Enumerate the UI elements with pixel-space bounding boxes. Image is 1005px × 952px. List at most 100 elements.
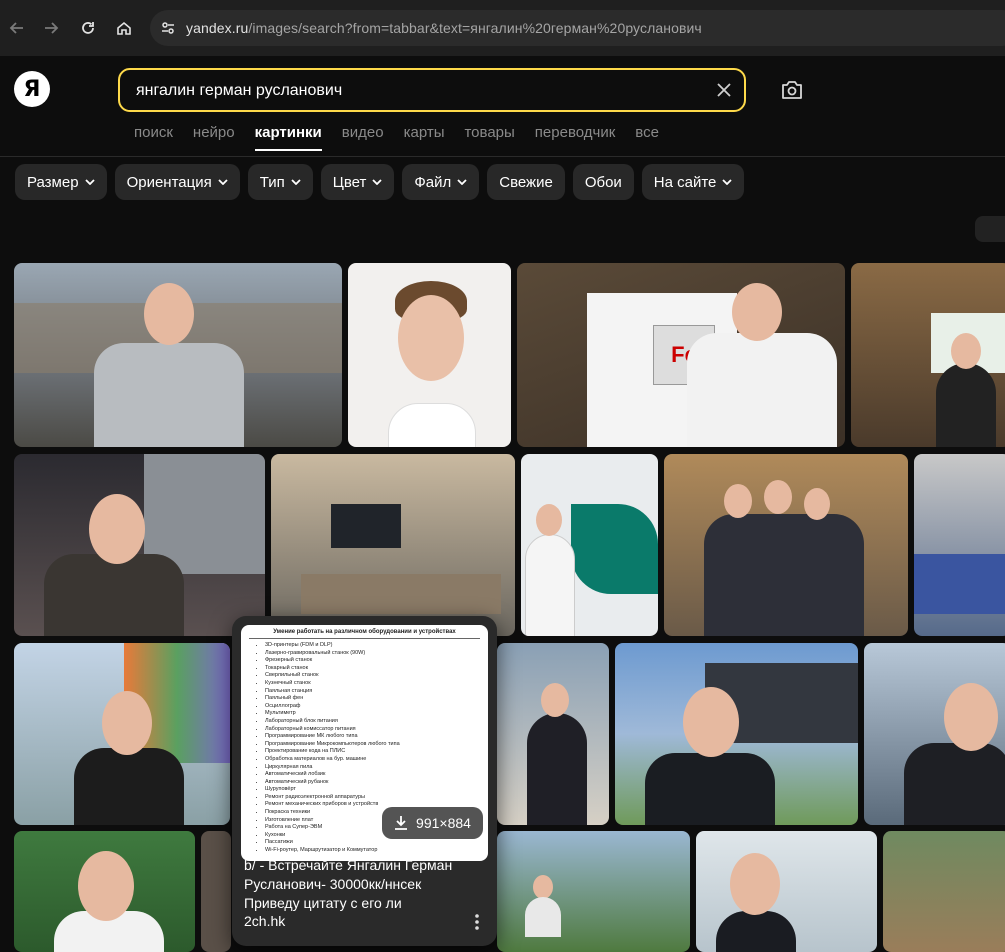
doc-list-item: Автоматический рубанок (265, 779, 400, 787)
filter-label: На сайте (653, 173, 717, 191)
doc-list-item: Пассатижи (265, 839, 400, 847)
tab-all[interactable]: все (635, 124, 659, 151)
doc-list-item: Изготовление плат (265, 817, 400, 825)
person-shape (687, 333, 837, 447)
back-arrow-icon[interactable] (3, 14, 31, 42)
image-result[interactable] (497, 831, 690, 952)
chevron-down-icon (457, 179, 467, 185)
site-info-icon[interactable] (158, 18, 178, 38)
face-shape (102, 691, 152, 755)
person-shape (645, 753, 775, 825)
filter-type[interactable]: Тип (247, 164, 313, 200)
doc-list: 3D-принтеры (FDM и DLP) Лазерно-гравиров… (251, 642, 400, 855)
yandex-logo[interactable]: Я (14, 71, 50, 107)
filter-size[interactable]: Размер (15, 164, 107, 200)
doc-list-item: Кухонки (265, 832, 400, 840)
tab-images[interactable]: картинки (254, 124, 322, 151)
filter-label: Размер (27, 173, 79, 191)
filter-fresh[interactable]: Свежие (487, 164, 565, 200)
filter-label: Обои (584, 173, 622, 191)
image-result[interactable] (521, 454, 658, 636)
person-shape (94, 343, 244, 447)
face-shape (89, 494, 145, 564)
image-result[interactable] (914, 454, 1005, 636)
image-result[interactable] (883, 831, 1005, 952)
face-shape (951, 333, 981, 369)
person-shape (936, 363, 996, 447)
doc-list-item: Фрезерный станок (265, 657, 400, 665)
doc-list-item: Автоматический лобзик (265, 771, 400, 779)
forward-arrow-icon[interactable] (37, 14, 65, 42)
tab-maps[interactable]: карты (404, 124, 445, 151)
image-result[interactable] (271, 454, 515, 636)
image-result[interactable] (14, 454, 265, 636)
person-shape (527, 713, 587, 825)
people-shape (704, 514, 864, 636)
person-shape (44, 554, 184, 636)
face-shape (398, 295, 464, 381)
filter-orientation[interactable]: Ориентация (114, 164, 240, 200)
face-shape (804, 488, 830, 520)
doc-list-item: Циркулярная пила (265, 764, 400, 772)
url-host: yandex.ru (186, 20, 249, 36)
image-result[interactable] (615, 643, 858, 825)
filter-label: Свежие (499, 173, 553, 191)
image-result[interactable] (348, 263, 511, 447)
image-result[interactable] (14, 831, 195, 952)
filter-color[interactable]: Цвет (320, 164, 395, 200)
doc-list-item: Сверлильный станок (265, 672, 400, 680)
filter-label: Ориентация (126, 173, 212, 191)
image-result[interactable] (664, 454, 908, 636)
image-result[interactable] (14, 643, 230, 825)
tab-products[interactable]: товары (464, 124, 514, 151)
tab-translator[interactable]: переводчик (535, 124, 615, 151)
chevron-down-icon (218, 179, 228, 185)
download-size-button[interactable]: 991×884 (382, 807, 483, 839)
tab-search[interactable]: поиск (134, 124, 173, 151)
face-shape (541, 683, 569, 717)
image-result[interactable]: Fe (517, 263, 845, 447)
preview-caption[interactable]: b/ - Встречайте Янгалин Герман Русланови… (244, 856, 474, 913)
doc-list-item: Осциллограф (265, 703, 400, 711)
image-result[interactable] (497, 643, 609, 825)
face-shape (533, 875, 553, 899)
search-box (118, 68, 746, 112)
doc-list-item: Лабораторный комиссатор питания (265, 726, 400, 734)
doc-list-item: 3D-принтеры (FDM и DLP) (265, 642, 400, 650)
image-preview-card[interactable]: Умение работать на различном оборудовани… (232, 616, 497, 946)
filter-wallpapers[interactable]: Обои (572, 164, 634, 200)
yandex-logo-letter: Я (23, 76, 41, 102)
more-options-icon[interactable] (468, 910, 486, 934)
face-shape (536, 504, 562, 536)
chevron-down-icon (722, 179, 733, 185)
doc-list-item: Wi-Fi-роутер, Маршрутизатор и Коммутатор (265, 847, 400, 855)
image-result[interactable] (201, 831, 231, 952)
camera-search-icon[interactable] (778, 77, 806, 103)
face-shape (144, 283, 194, 345)
clear-icon[interactable] (714, 80, 734, 100)
image-result[interactable] (864, 643, 1005, 825)
image-result[interactable] (851, 263, 1005, 447)
doc-title: Умение работать на различном оборудовани… (273, 629, 456, 635)
doc-list-item: Кузнечный станок (265, 680, 400, 688)
preview-domain[interactable]: 2ch.hk (244, 913, 285, 929)
tab-neuro[interactable]: нейро (193, 124, 235, 151)
home-icon[interactable] (110, 14, 138, 42)
filter-on-site[interactable]: На сайте (641, 164, 745, 200)
filter-file[interactable]: Файл (402, 164, 480, 200)
table-shape (301, 574, 501, 614)
image-result[interactable] (696, 831, 877, 952)
image-result[interactable] (14, 263, 342, 447)
browser-toolbar: yandex.ru/images/search?from=tabbar&text… (0, 0, 1005, 56)
url-text: yandex.ru/images/search?from=tabbar&text… (186, 20, 702, 36)
doc-list-item: Мультиметр (265, 710, 400, 718)
reload-icon[interactable] (74, 14, 102, 42)
tab-video[interactable]: видео (342, 124, 384, 151)
toolbar-extra-button[interactable] (975, 216, 1005, 242)
face-shape (764, 480, 792, 514)
filter-label: Тип (259, 173, 285, 191)
doc-list-item: Обработка материалов на бур. машине (265, 756, 400, 764)
doc-list-item: Покраска техники (265, 809, 400, 817)
address-bar[interactable]: yandex.ru/images/search?from=tabbar&text… (150, 10, 1005, 46)
search-input[interactable] (134, 78, 698, 104)
